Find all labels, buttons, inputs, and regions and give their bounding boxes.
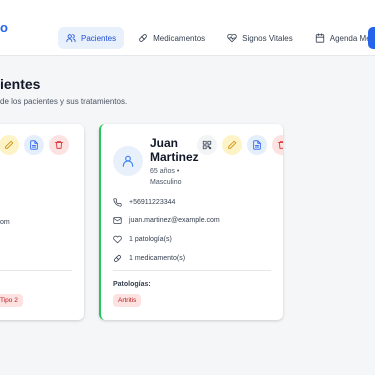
patient-phone: +56911223344 xyxy=(129,199,176,206)
pill-icon xyxy=(139,34,147,42)
trash-icon xyxy=(277,141,283,149)
avatar xyxy=(113,146,143,176)
nav-item-label: Medicamentos xyxy=(153,33,206,43)
medications-count: 1 medicamento(s) xyxy=(129,255,186,262)
patient-email: juan.martinez@example.com xyxy=(129,217,220,224)
header-action-button[interactable] xyxy=(368,27,375,49)
user-icon xyxy=(122,155,134,167)
phone-row: +56911223344 xyxy=(113,198,175,207)
page-title: ientes xyxy=(0,76,41,92)
document-button[interactable] xyxy=(247,135,267,155)
qr-code-icon xyxy=(202,140,212,150)
nav-item-label: Signos Vitales xyxy=(242,33,293,43)
edit-button[interactable] xyxy=(222,135,242,155)
patient-card: Juan Martinez 65 años • Masculino +56911… xyxy=(99,124,283,320)
email-row: juan.martinez@example.com xyxy=(113,216,220,225)
page-subtitle: de los pacientes y sus tratamientos. xyxy=(0,97,128,106)
nav-item-agenda-medica[interactable]: Agenda Médica xyxy=(307,27,375,49)
heart-pulse-icon xyxy=(227,33,237,43)
main-nav: Pacientes Medicamentos Signos Vitales Ag… xyxy=(58,27,375,49)
nav-item-signos-vitales[interactable]: Signos Vitales xyxy=(219,27,301,49)
medications-count-row: 1 medicamento(s) xyxy=(113,254,185,263)
card-actions xyxy=(0,135,69,155)
document-icon xyxy=(253,140,261,150)
trash-icon xyxy=(54,141,64,149)
phone-icon xyxy=(113,198,122,207)
pencil-icon xyxy=(228,140,237,149)
document-icon xyxy=(30,140,38,150)
patient-meta: 65 años • Masculino xyxy=(150,168,182,186)
card-divider xyxy=(113,270,271,271)
pathologies-count-row: 1 patología(s) xyxy=(113,235,172,244)
qr-button[interactable] xyxy=(197,135,217,155)
calendar-icon xyxy=(315,33,324,43)
brand-logo[interactable]: o xyxy=(0,20,8,35)
delete-button[interactable] xyxy=(49,135,69,155)
pathologies-label: Patologías: xyxy=(113,281,151,288)
edit-button[interactable] xyxy=(0,135,19,155)
pathology-tag: Tipo 2 xyxy=(0,294,23,307)
patient-card: om Tipo 2 xyxy=(0,124,84,320)
pill-icon xyxy=(114,255,121,262)
top-navbar: o Pacientes Medicamentos Signos Vitales … xyxy=(0,0,375,56)
card-divider xyxy=(0,270,72,271)
users-icon xyxy=(66,34,76,43)
heart-icon xyxy=(113,235,122,244)
nav-item-medicamentos[interactable]: Medicamentos xyxy=(130,27,213,49)
mail-icon xyxy=(113,217,122,224)
pathologies-count: 1 patología(s) xyxy=(129,236,172,243)
nav-item-pacientes[interactable]: Pacientes xyxy=(58,27,125,49)
card-actions xyxy=(197,135,283,155)
nav-item-label: Pacientes xyxy=(81,33,117,43)
pencil-icon xyxy=(5,140,14,149)
pathology-tag: Artritis xyxy=(113,294,142,307)
document-button[interactable] xyxy=(24,135,44,155)
delete-button[interactable] xyxy=(272,135,283,155)
patient-email: om xyxy=(0,219,10,226)
